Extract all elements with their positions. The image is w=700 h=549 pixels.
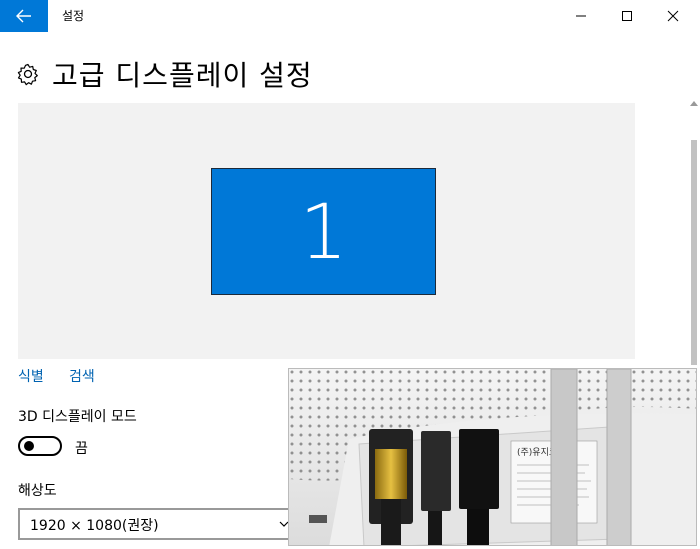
display-preview-area: 1 [18,103,635,359]
resolution-dropdown[interactable]: 1920 × 1080(권장) [18,508,298,540]
monitor-1-tile[interactable]: 1 [211,168,436,295]
display-3d-label: 3D 디스플레이 모드 [18,409,137,425]
minimize-button[interactable] [558,0,604,32]
app-title: 설정 [62,9,85,23]
gear-icon [17,63,38,86]
title-bar: 설정 [0,0,700,32]
maximize-button[interactable] [604,0,650,32]
close-icon [667,10,679,22]
toggle-knob [24,441,34,451]
ports-photo-image: (주)유지코리 [289,369,696,545]
back-button[interactable] [0,0,48,32]
resolution-label: 해상도 [18,483,57,499]
monitor-ports-photo: (주)유지코리 [288,368,697,546]
scroll-up-icon[interactable] [690,100,698,106]
back-arrow-icon [16,9,31,23]
display-3d-toggle[interactable] [18,436,62,456]
identify-link[interactable]: 식별 [18,366,44,386]
resolution-value: 1920 × 1080(권장) [30,518,159,534]
maximize-icon [622,11,632,21]
scroll-thumb[interactable] [691,140,697,365]
toggle-state-label: 끔 [75,441,88,457]
close-button[interactable] [650,0,696,32]
detect-link[interactable]: 검색 [69,366,95,386]
minimize-icon [576,15,586,17]
page-title: 고급 디스플레이 설정 [52,59,313,92]
monitor-number: 1 [299,187,348,276]
